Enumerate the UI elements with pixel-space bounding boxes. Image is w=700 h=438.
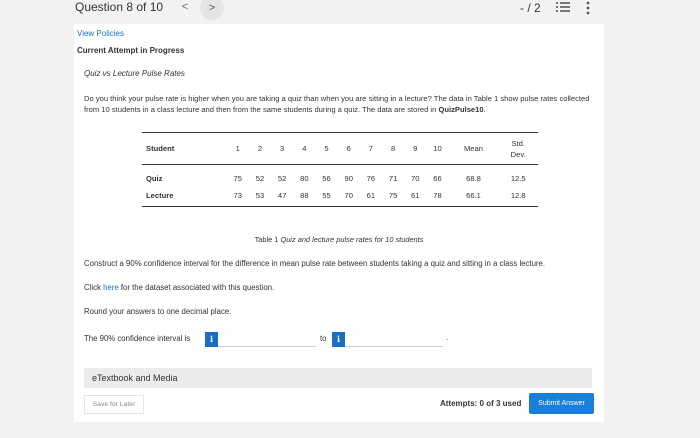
table-header-row: Student 1 2 3 4 5 6 7 8 9 10 Mean Std. De…	[142, 132, 538, 165]
table-cell: 52	[255, 173, 265, 183]
attempts-counter: Attempts: 0 of 3 used	[440, 399, 522, 408]
dataset-link[interactable]: here	[103, 283, 119, 292]
answer-period: .	[446, 333, 449, 342]
table-cell: 88	[300, 191, 309, 201]
table-header-cell: 7	[368, 144, 374, 153]
click-prefix: Click	[84, 283, 104, 292]
question-counter: Question 8 of 10	[75, 0, 164, 14]
dataset-instruction: Click here for the dataset associated wi…	[84, 283, 274, 292]
table-caption: Table 1 Quiz and lecture pulse rates for…	[74, 235, 604, 244]
table-cell: 80	[300, 173, 309, 183]
question-text: Do you think your pulse rate is higher w…	[84, 93, 596, 115]
ci-label: The 90% confidence interval is	[84, 334, 191, 343]
chevron-right-icon[interactable]: >	[200, 0, 224, 20]
table-cell: 52	[277, 173, 287, 183]
table-header-cell: 4	[302, 144, 307, 153]
table-header-cell: Mean	[463, 144, 483, 153]
chevron-left-icon[interactable]: <	[178, 0, 192, 17]
table-caption-prefix: Table 1	[254, 235, 281, 244]
view-policies-link[interactable]: View Policies	[77, 29, 124, 38]
submit-answer-button[interactable]: Submit Answer	[529, 393, 594, 414]
table-cell: 68.8	[466, 173, 481, 183]
to-label: to	[320, 334, 327, 343]
table-cell: 73	[233, 191, 242, 201]
table-cell: 55	[322, 191, 331, 201]
table-header-cell: 3	[280, 144, 285, 153]
table-cell: 12.5	[510, 173, 526, 183]
lower-bound-input[interactable]	[218, 332, 316, 347]
table-cell: 75	[388, 191, 398, 201]
list-icon[interactable]	[556, 1, 570, 13]
table-header-cell: 1	[235, 144, 240, 153]
table-header-cell: Student	[146, 144, 175, 153]
question-text-end: .	[483, 105, 486, 114]
question-text-body: Do you think your pulse rate is higher w…	[84, 94, 590, 114]
table-header-cell: 8	[390, 144, 396, 153]
table-cell: 66	[433, 173, 442, 183]
table-row-label: Quiz	[146, 173, 163, 183]
table-cell: 47	[277, 191, 287, 201]
table-cell: 71	[388, 173, 398, 183]
score-display: - / 2	[520, 1, 541, 15]
table-cell: 61	[366, 191, 376, 201]
table-cell: 76	[366, 173, 376, 183]
table-header-cell: 5	[324, 144, 329, 153]
table-cell: 70	[344, 191, 353, 201]
table-cell: 70	[411, 173, 420, 183]
top-bar: Question 8 of 10 < > - / 2	[0, 0, 700, 20]
table-row-lecture: Lecture 73 53 47 88 55 70 61 75 61 78 66…	[142, 186, 538, 207]
table-cell: 53	[255, 191, 265, 201]
std-dev-line: Dev.	[510, 149, 526, 159]
table-cell: 56	[322, 173, 331, 183]
std-dev-line: Std.	[511, 138, 525, 148]
table-cell: 66.1	[466, 191, 481, 201]
click-suffix: for the dataset associated with this que…	[118, 283, 275, 292]
dataset-name: QuizPulse10	[438, 105, 484, 114]
table-header-cell: 10	[433, 144, 442, 153]
etextbook-media-toggle[interactable]: eTextbook and Media	[84, 368, 592, 388]
construct-instruction: Construct a 90% confidence interval for …	[84, 259, 546, 268]
table-row-label: Lecture	[146, 191, 174, 201]
table-cell: 75	[233, 173, 242, 183]
table-cell: 78	[433, 191, 442, 201]
attempt-status: Current Attempt in Progress	[77, 46, 185, 55]
info-icon[interactable]: i	[332, 332, 345, 347]
table-row-quiz: Quiz 75 52 52 80 56 90 76 71 70 66 68.8 …	[142, 165, 538, 186]
pulse-data-table: Student 1 2 3 4 5 6 7 8 9 10 Mean Std. De…	[142, 132, 538, 207]
question-card: View Policies Current Attempt in Progres…	[74, 24, 604, 422]
table-caption-text: Quiz and lecture pulse rates for 10 stud…	[280, 235, 424, 244]
table-header-cell: 9	[413, 144, 418, 153]
table-cell: 90	[344, 173, 353, 183]
table-header-cell: 2	[257, 144, 263, 153]
info-icon[interactable]: i	[205, 332, 218, 347]
more-vertical-icon[interactable]	[584, 1, 592, 15]
table-header-cell-std-dev: Std. Dev.	[498, 133, 538, 165]
upper-bound-input[interactable]	[345, 332, 443, 347]
question-title: Quiz vs Lecture Pulse Rates	[84, 69, 185, 78]
save-for-later-button[interactable]: Save for Later	[84, 395, 144, 414]
table-cell: 12.8	[510, 191, 526, 201]
table-cell: 61	[411, 191, 420, 201]
round-instruction: Round your answers to one decimal place.	[84, 307, 232, 316]
table-header-cell: 6	[346, 144, 351, 153]
